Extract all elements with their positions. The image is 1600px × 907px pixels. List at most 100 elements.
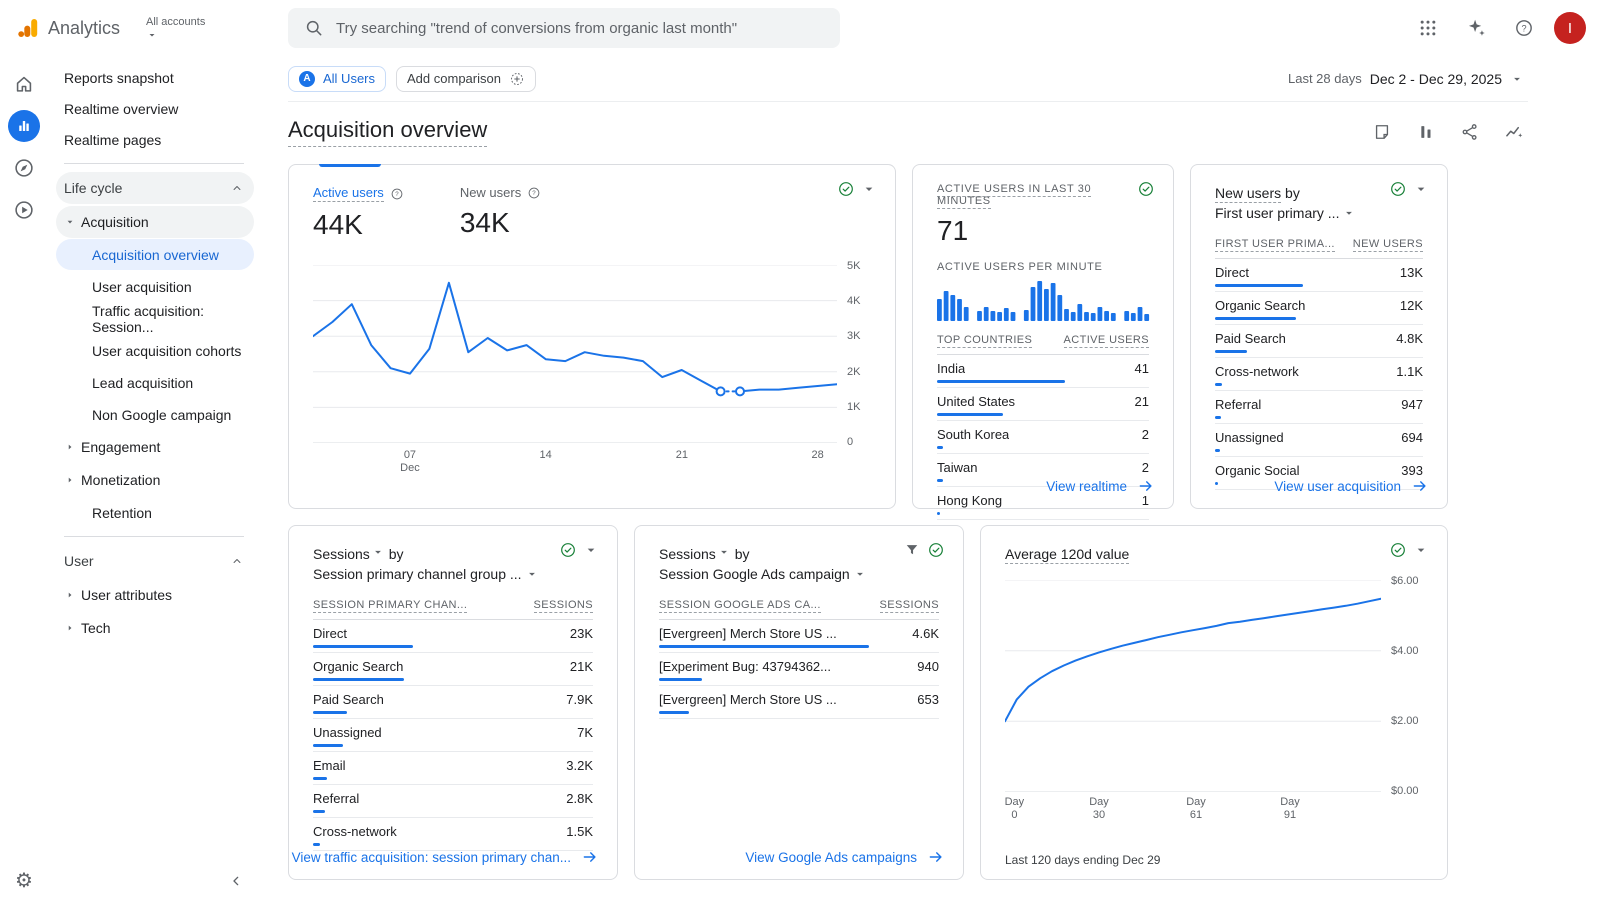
value-bar [1215, 284, 1303, 287]
main-content: A All Users Add comparison Last 28 days … [288, 56, 1528, 907]
settings-gear-icon[interactable]: ⚙ [0, 868, 48, 893]
help-icon[interactable] [1506, 10, 1542, 46]
table-row: Cross-network1.1K [1215, 358, 1423, 391]
avatar[interactable]: I [1554, 12, 1586, 44]
add-comparison-button[interactable]: Add comparison [396, 66, 536, 92]
date-range-picker[interactable]: Last 28 days Dec 2 - Dec 29, 2025 [1288, 71, 1524, 87]
report-toolbar [1372, 122, 1528, 142]
value-bar [313, 843, 320, 846]
notes-icon[interactable] [1372, 122, 1392, 142]
metric-new-users: New users 34K [460, 185, 541, 241]
reports-icon[interactable] [8, 110, 40, 142]
metric-name[interactable]: New users [1215, 185, 1281, 203]
active-users-label[interactable]: Active users [313, 185, 384, 202]
sidebar-item-realtime-overview[interactable]: Realtime overview [48, 93, 260, 124]
sidebar-item-retention[interactable]: Retention [56, 497, 254, 528]
data-quality-check-icon[interactable] [559, 541, 577, 559]
value-bar [659, 678, 702, 681]
sidebar-item-engagement[interactable]: Engagement [56, 431, 254, 463]
metric-active-users: Active users 44K [313, 185, 404, 241]
sidebar-item-lead-acquisition[interactable]: Lead acquisition [56, 367, 254, 398]
insights-icon[interactable] [1504, 122, 1524, 142]
date-preset-label: Last 28 days [1288, 71, 1362, 86]
arrow-right-icon [581, 848, 599, 866]
chevron-down-icon[interactable] [1413, 542, 1429, 558]
plus-icon [509, 71, 525, 87]
ltv-footer: Last 120 days ending Dec 29 [1005, 853, 1160, 867]
sidebar-item-user-acquisition-cohorts[interactable]: User acquisition cohorts [56, 335, 254, 366]
sidebar-item-user-acquisition[interactable]: User acquisition [56, 271, 254, 302]
sidebar-item-traffic-acquisition[interactable]: Traffic acquisition: Session... [56, 303, 254, 334]
sidebar-item-tech[interactable]: Tech [56, 612, 254, 644]
chevron-up-icon [230, 181, 244, 195]
share-icon[interactable] [1460, 122, 1480, 142]
data-quality-check-icon[interactable] [927, 541, 945, 559]
value-bar [659, 645, 869, 648]
new-users-label[interactable]: New users [460, 185, 521, 200]
table-row: Email3.2K [313, 752, 593, 785]
sidebar-item-reports-snapshot[interactable]: Reports snapshot [48, 62, 260, 93]
data-quality-check-icon[interactable] [837, 180, 855, 198]
chevron-down-icon[interactable] [583, 542, 599, 558]
collapse-sidebar-icon[interactable] [222, 867, 250, 895]
sidebar-item-non-google-campaign[interactable]: Non Google campaign [56, 399, 254, 430]
sidebar-item-user-attributes[interactable]: User attributes [56, 579, 254, 611]
active-users-30min-value: 71 [937, 215, 1149, 247]
table-row: Unassigned694 [1215, 424, 1423, 457]
cards-grid: Active users 44K New users 34K [288, 164, 1528, 880]
value-bar [659, 711, 689, 714]
metric-name[interactable]: Sessions [313, 546, 370, 562]
value-bar [313, 777, 327, 780]
chevron-down-icon[interactable] [861, 181, 877, 197]
sidebar-item-label: Retention [92, 505, 152, 521]
advertising-icon[interactable] [8, 194, 40, 226]
sidebar-item-acquisition[interactable]: Acquisition [56, 206, 254, 238]
dimension-dropdown[interactable]: First user primary ... [1215, 203, 1415, 223]
sidebar-item-acquisition-overview[interactable]: Acquisition overview [56, 239, 254, 270]
sidebar-item-monetization[interactable]: Monetization [56, 464, 254, 496]
audience-chip-label: All Users [323, 71, 375, 86]
dimension-dropdown[interactable]: Session Google Ads campaign [659, 564, 889, 584]
view-realtime-link[interactable]: View realtime [937, 477, 1155, 495]
new-users-by-channel-card: New users by First user primary ... FIRS… [1190, 164, 1448, 509]
filter-icon[interactable] [903, 541, 921, 559]
view-traffic-acquisition-link[interactable]: View traffic acquisition: session primar… [313, 848, 599, 866]
home-icon[interactable] [8, 68, 40, 100]
date-range-value: Dec 2 - Dec 29, 2025 [1370, 71, 1502, 87]
explore-icon[interactable] [8, 152, 40, 184]
search-bar[interactable] [288, 8, 840, 48]
brand[interactable]: Analytics [0, 16, 120, 40]
chevron-down-icon[interactable] [1413, 181, 1429, 197]
arrow-right-icon [927, 848, 945, 866]
info-icon[interactable] [390, 187, 404, 201]
data-quality-check-icon[interactable] [1389, 541, 1407, 559]
audience-chip-all-users[interactable]: A All Users [288, 66, 386, 92]
sidebar-item-label: User acquisition [92, 279, 192, 295]
add-comparison-label: Add comparison [407, 71, 501, 86]
sidebar-section-user[interactable]: User [56, 545, 254, 577]
value-bar [1215, 317, 1296, 320]
comparison-bars-icon[interactable] [1416, 122, 1436, 142]
chevron-down-icon [853, 567, 867, 581]
table-row: Direct13K [1215, 259, 1423, 292]
sidebar-item-label: Traffic acquisition: Session... [92, 303, 254, 335]
search-input[interactable] [336, 20, 824, 37]
active-users-line-chart [313, 265, 837, 443]
sidebar-item-realtime-pages[interactable]: Realtime pages [48, 124, 260, 155]
data-quality-check-icon[interactable] [1137, 180, 1155, 198]
gemini-sparkle-icon[interactable] [1458, 10, 1494, 46]
metric-name[interactable]: Sessions [659, 546, 716, 562]
apps-grid-icon[interactable] [1410, 10, 1446, 46]
x-axis: Day0 Day30 Day61 Day91 [1005, 796, 1381, 828]
view-user-acquisition-link[interactable]: View user acquisition [1215, 477, 1429, 495]
info-icon[interactable] [527, 186, 541, 200]
account-picker[interactable]: All accounts [146, 16, 205, 41]
table-row: India41 [937, 355, 1149, 388]
ltv-title: Average 120d value [1005, 546, 1129, 564]
sidebar-section-life-cycle[interactable]: Life cycle [56, 172, 254, 204]
data-quality-check-icon[interactable] [1389, 180, 1407, 198]
page-title: Acquisition overview [288, 117, 487, 147]
sidebar-item-label: Acquisition overview [92, 247, 219, 263]
view-google-ads-campaigns-link[interactable]: View Google Ads campaigns [659, 848, 945, 866]
dimension-dropdown[interactable]: Session primary channel group ... [313, 564, 553, 584]
